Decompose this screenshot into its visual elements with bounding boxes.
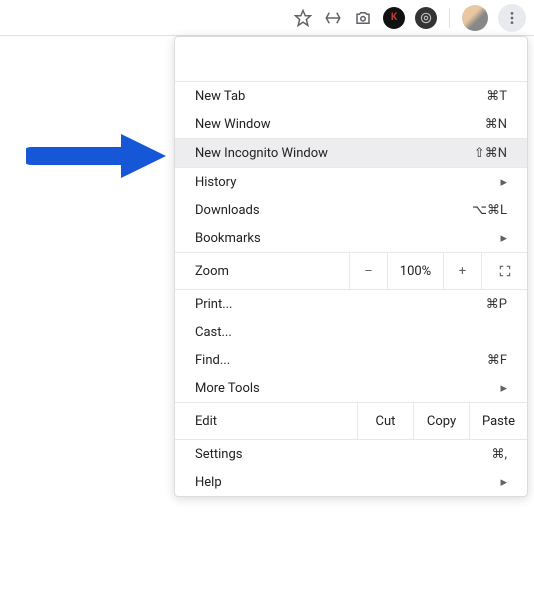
menu-find[interactable]: Find... ⌘F [175, 346, 527, 374]
menu-item-label: New Incognito Window [195, 146, 474, 161]
menu-history[interactable]: History ▸ [175, 168, 527, 196]
menu-help[interactable]: Help ▸ [175, 468, 527, 496]
pointer-arrow [26, 126, 176, 186]
extension-k-icon[interactable]: K [383, 7, 405, 29]
zoom-in-button[interactable]: + [443, 253, 481, 289]
menu-item-label: History [195, 175, 500, 190]
menu-item-shortcut: ⌘, [491, 447, 507, 462]
menu-item-label: Bookmarks [195, 231, 500, 246]
extension-swirl-icon[interactable] [415, 7, 437, 29]
cut-button[interactable]: Cut [357, 403, 413, 439]
menu-item-label: Find... [195, 353, 487, 368]
copy-button[interactable]: Copy [413, 403, 469, 439]
menu-item-label: New Window [195, 117, 485, 132]
chrome-menu: New Tab ⌘T New Window ⌘N New Incognito W… [174, 36, 528, 497]
avatar[interactable] [462, 5, 488, 31]
menu-item-label: Downloads [195, 203, 472, 218]
menu-item-shortcut: ⇧⌘N [474, 146, 507, 161]
menu-item-shortcut: ⌘N [485, 117, 507, 132]
chevron-right-icon: ▸ [500, 175, 507, 190]
fullscreen-button[interactable] [481, 253, 527, 289]
star-icon[interactable] [293, 8, 313, 28]
recycle-icon[interactable] [323, 8, 343, 28]
menu-item-shortcut: ⌘F [487, 353, 507, 368]
menu-item-label: Settings [195, 447, 491, 462]
more-menu-button[interactable] [498, 4, 526, 32]
zoom-value: 100% [387, 253, 443, 289]
edit-label: Edit [175, 403, 357, 439]
menu-print[interactable]: Print... ⌘P [175, 290, 527, 318]
menu-new-tab[interactable]: New Tab ⌘T [175, 82, 527, 110]
menu-item-shortcut: ⌘P [486, 297, 507, 312]
chevron-right-icon: ▸ [500, 381, 507, 396]
menu-item-label: Help [195, 475, 500, 490]
camera-icon[interactable] [353, 8, 373, 28]
zoom-out-button[interactable]: – [349, 253, 387, 289]
menu-item-label: New Tab [195, 89, 486, 104]
menu-more-tools[interactable]: More Tools ▸ [175, 374, 527, 402]
menu-cast[interactable]: Cast... [175, 318, 527, 346]
menu-item-label: More Tools [195, 381, 500, 396]
menu-new-window[interactable]: New Window ⌘N [175, 110, 527, 138]
menu-item-shortcut: ⌥⌘L [472, 203, 507, 218]
chevron-right-icon: ▸ [500, 231, 507, 246]
menu-zoom: Zoom – 100% + [175, 253, 527, 289]
paste-button[interactable]: Paste [469, 403, 527, 439]
browser-toolbar: K [0, 0, 534, 36]
chevron-right-icon: ▸ [500, 475, 507, 490]
toolbar-separator [449, 8, 450, 28]
menu-bookmarks[interactable]: Bookmarks ▸ [175, 224, 527, 252]
menu-edit: Edit Cut Copy Paste [175, 403, 527, 439]
menu-item-label: Print... [195, 297, 486, 312]
menu-item-shortcut: ⌘T [486, 89, 507, 104]
menu-item-label: Cast... [195, 325, 507, 340]
zoom-label: Zoom [175, 253, 349, 289]
menu-downloads[interactable]: Downloads ⌥⌘L [175, 196, 527, 224]
menu-settings[interactable]: Settings ⌘, [175, 440, 527, 468]
menu-incognito[interactable]: New Incognito Window ⇧⌘N [175, 139, 527, 167]
